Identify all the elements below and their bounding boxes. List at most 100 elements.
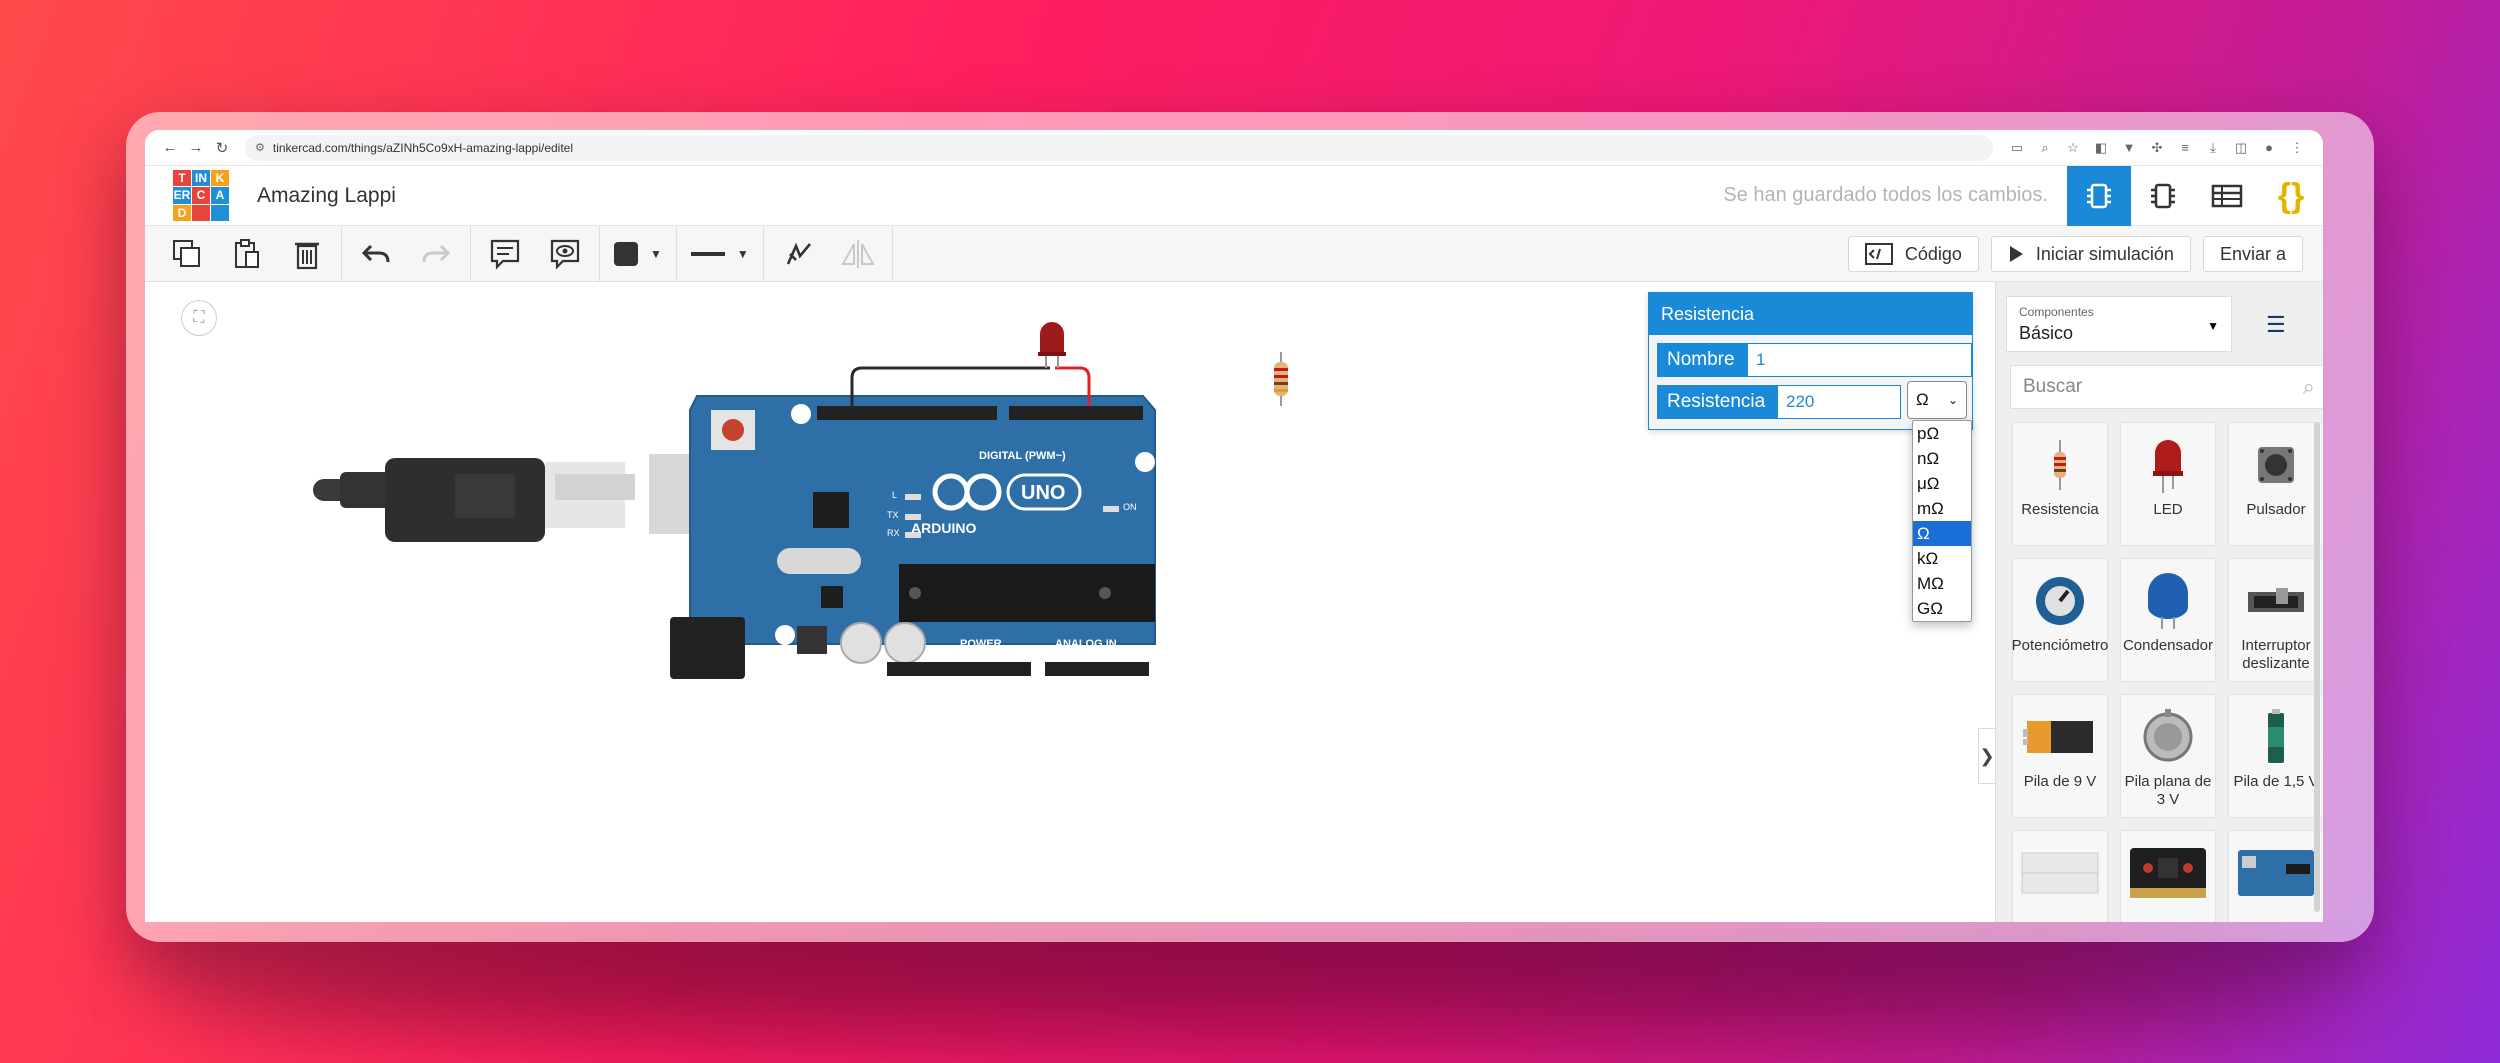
delete-button[interactable] — [277, 226, 337, 282]
duplicate-button[interactable] — [157, 226, 217, 282]
circuit-canvas[interactable]: ⛶ ARDUINO UNO DIGITAL (PWM~) POWER ANALO… — [145, 282, 1995, 922]
unit-option[interactable]: MΩ — [1913, 571, 1971, 596]
logo-cell — [211, 204, 229, 222]
list-view-icon[interactable]: ☰ — [2266, 312, 2286, 338]
component-card-breadboard[interactable] — [2012, 830, 2108, 922]
component-card-9v-battery[interactable]: Pila de 9 V — [2012, 694, 2108, 818]
component-grid: Resistencia LED Pulsador Potenciómetro C… — [2012, 422, 2323, 922]
name-label: Nombre — [1657, 343, 1747, 377]
rotate-button[interactable] — [768, 226, 828, 282]
reading-list-icon[interactable]: ≡ — [2171, 140, 2199, 155]
toolbar-separator — [470, 225, 471, 282]
component-label: LED — [2153, 501, 2183, 518]
component-card-slide-switch[interactable]: Interruptor deslizante — [2228, 558, 2323, 682]
component-card-arduino[interactable] — [2228, 830, 2323, 922]
paste-button[interactable] — [217, 226, 277, 282]
profile-avatar-icon[interactable]: ● — [2255, 140, 2283, 155]
resistor-component[interactable] — [1274, 352, 1288, 406]
component-search-input[interactable]: Buscar ⌕ — [2010, 365, 2323, 409]
unit-options-list: pΩ nΩ μΩ mΩ Ω kΩ MΩ GΩ — [1912, 420, 1972, 622]
extension-icon[interactable]: ◧ — [2087, 140, 2115, 156]
schematic-view-button[interactable] — [2131, 166, 2195, 226]
address-bar[interactable]: ⚙ tinkercad.com/things/aZINh5Co9xH-amazi… — [245, 134, 1993, 161]
component-card-coin-battery[interactable]: Pila plana de 3 V — [2120, 694, 2216, 818]
component-list-view-button[interactable] — [2195, 166, 2259, 226]
forward-icon[interactable]: → — [183, 139, 209, 156]
digital-pins-label: DIGITAL (PWM~) — [979, 450, 1066, 462]
coin-cell-icon — [2142, 707, 2194, 767]
zoom-icon[interactable]: ⌕ — [2031, 140, 2059, 156]
filter-icon[interactable]: ▼ — [2115, 140, 2143, 155]
site-settings-icon[interactable]: ⚙ — [255, 141, 265, 154]
component-card-capacitor[interactable]: Condensador — [2120, 558, 2216, 682]
tinkercad-logo[interactable]: T IN K ER C A D — [173, 169, 229, 222]
url-text: tinkercad.com/things/aZINh5Co9xH-amazing… — [272, 140, 574, 155]
collapse-panel-button[interactable]: ❯ — [1978, 728, 1995, 784]
start-simulation-button[interactable]: Iniciar simulación — [1990, 236, 2191, 272]
download-icon[interactable]: ⤓ — [2199, 140, 2227, 156]
led-icon — [2151, 435, 2185, 495]
code-button[interactable]: Código — [1847, 236, 1979, 272]
arduino-board-icon — [2236, 843, 2316, 903]
view-switcher: {} — [2067, 166, 2323, 226]
bookmark-star-icon[interactable]: ☆ — [2059, 140, 2087, 156]
clipboard-icon — [235, 238, 259, 268]
unit-select[interactable]: Ω ⌄ — [1907, 381, 1967, 419]
sidebar-icon[interactable]: ◫ — [2227, 140, 2255, 156]
color-swatch — [614, 241, 638, 266]
resistance-input[interactable]: 220 — [1777, 385, 1901, 419]
flip-button[interactable] — [828, 226, 888, 282]
browser-menu-icon[interactable]: ⋮ — [2283, 140, 2311, 156]
component-card-resistor[interactable]: Resistencia — [2012, 422, 2108, 546]
resistance-row: Resistencia 220 — [1657, 385, 1901, 419]
component-card-microbit[interactable] — [2120, 830, 2216, 922]
unit-option[interactable]: pΩ — [1913, 421, 1971, 446]
wire-type-dropdown[interactable]: ▼ — [681, 226, 759, 282]
component-category-select[interactable]: Componentes Básico ▼ — [2006, 296, 2232, 352]
reload-icon[interactable]: ↻ — [209, 139, 235, 157]
simulation-button-label: Iniciar simulación — [2035, 243, 2174, 264]
unit-option[interactable]: mΩ — [1913, 496, 1971, 521]
unit-option[interactable]: nΩ — [1913, 446, 1971, 471]
logo-cell — [192, 204, 210, 222]
save-status: Se han guardado todos los cambios. — [1723, 184, 2048, 206]
trash-icon — [295, 242, 319, 269]
redo-button[interactable] — [406, 226, 466, 282]
project-title[interactable]: Amazing Lappi — [257, 184, 396, 208]
unit-option[interactable]: kΩ — [1913, 546, 1971, 571]
table-icon — [2211, 184, 2243, 208]
toggle-notes-visibility-button[interactable] — [535, 226, 595, 282]
logo-cell: A — [211, 187, 229, 204]
cast-icon[interactable]: ▭ — [2003, 140, 2031, 156]
component-card-led[interactable]: LED — [2120, 422, 2216, 546]
unit-option[interactable]: GΩ — [1913, 596, 1971, 621]
unit-option[interactable]: μΩ — [1913, 471, 1971, 496]
code-button-label: Código — [1904, 243, 1962, 264]
unit-option-selected[interactable]: Ω — [1913, 521, 1971, 546]
component-card-aa-battery[interactable]: Pila de 1,5 V — [2228, 694, 2323, 818]
arduino-uno-board[interactable] — [670, 395, 1156, 679]
battery-9v-icon — [2023, 707, 2097, 767]
component-label: Pulsador — [2246, 501, 2306, 518]
undo-icon — [361, 244, 390, 262]
microbit-icon — [2128, 843, 2208, 903]
arduino-brand-label: ARDUINO — [911, 520, 977, 536]
component-card-pushbutton[interactable]: Pulsador — [2228, 422, 2323, 546]
name-input[interactable]: 1 — [1747, 343, 1972, 377]
puzzle-icon[interactable]: ✣ — [2143, 140, 2171, 156]
circuit-view-button[interactable] — [2067, 166, 2131, 226]
back-icon[interactable]: ← — [157, 139, 183, 156]
browser-window: ← → ↻ ⚙ tinkercad.com/things/aZINh5Co9xH… — [145, 130, 2323, 922]
send-to-button[interactable]: Enviar a — [2202, 236, 2303, 272]
code-editor-button[interactable]: {} — [2259, 166, 2323, 226]
app-header: T IN K ER C A D Amazing Lappi Se han gua… — [145, 166, 2323, 226]
play-icon — [2009, 246, 2023, 262]
notes-button[interactable] — [475, 226, 535, 282]
undo-button[interactable] — [346, 226, 406, 282]
unit-select-value: Ω — [1916, 390, 1929, 409]
component-card-potentiometer[interactable]: Potenciómetro — [2012, 558, 2108, 682]
potentiometer-icon — [2034, 571, 2086, 631]
led-component[interactable] — [1038, 322, 1066, 368]
color-dropdown[interactable]: ▼ — [604, 226, 672, 282]
panel-scrollbar[interactable] — [2314, 422, 2320, 912]
